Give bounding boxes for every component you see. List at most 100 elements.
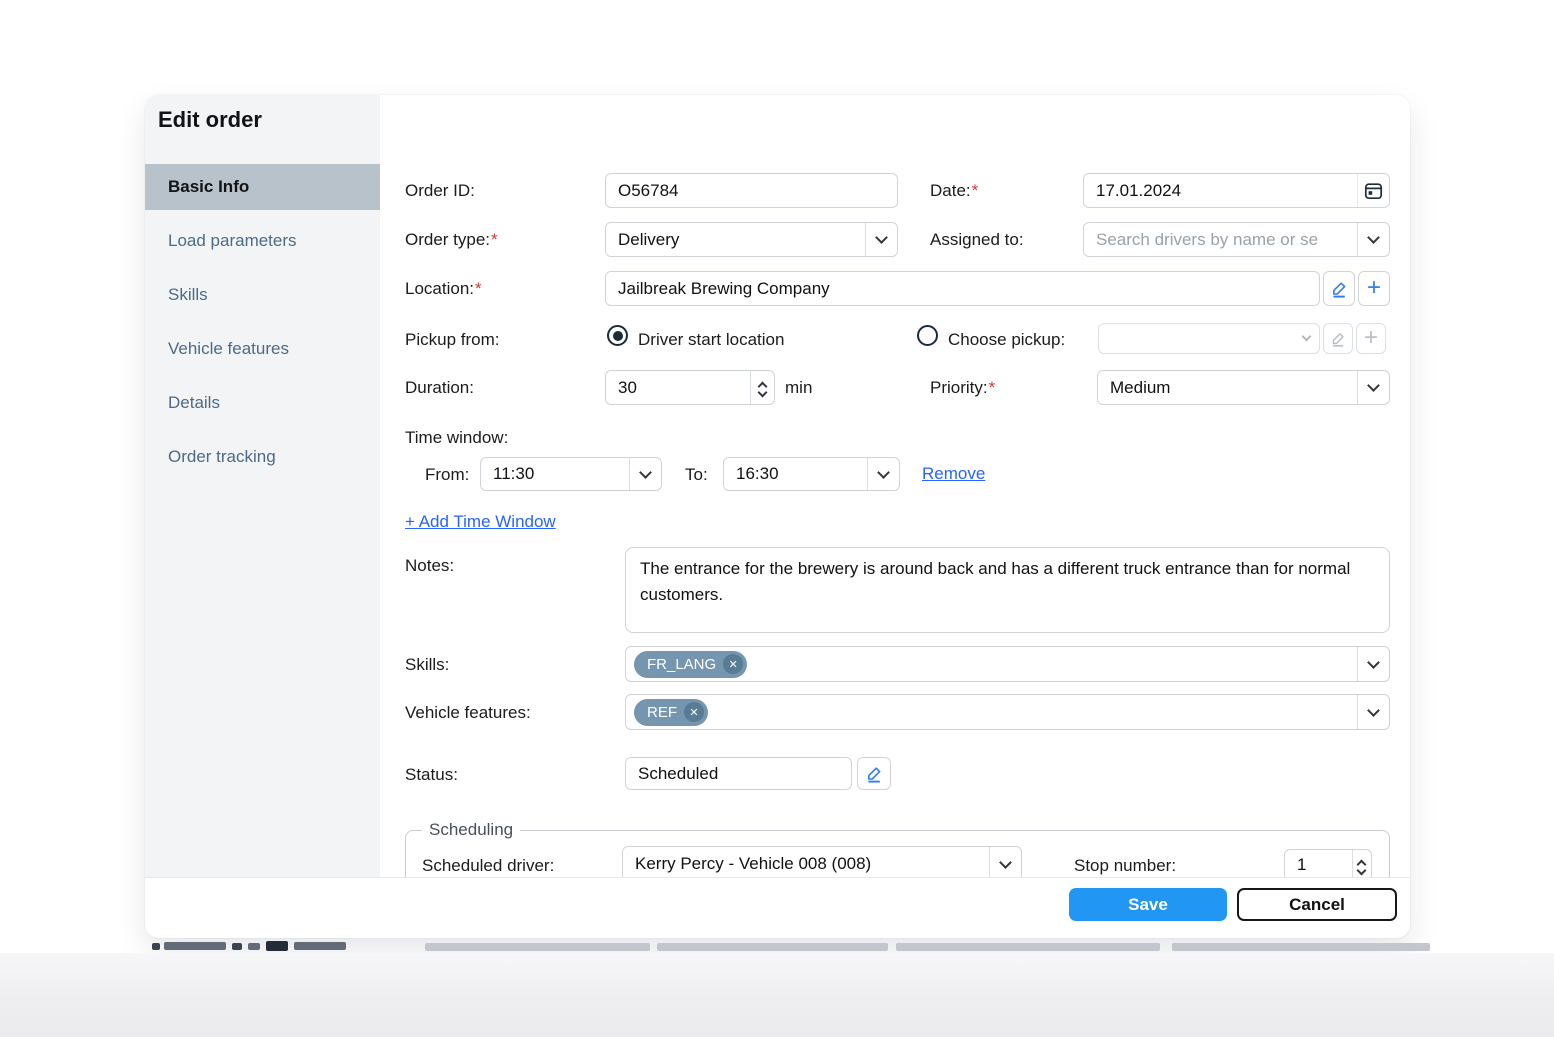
- pickup-from-label: Pickup from:: [405, 330, 499, 350]
- dialog-footer: Save Cancel: [145, 877, 1410, 938]
- scheduling-section: Scheduling Scheduled driver: Kerry Percy…: [405, 830, 1390, 877]
- chevron-down-icon: [1357, 695, 1389, 729]
- pencil-icon: [1330, 331, 1346, 347]
- time-from-value: 11:30: [481, 464, 629, 484]
- vehicle-feature-tag-label: REF: [647, 704, 677, 721]
- choose-pickup-select: [1098, 323, 1320, 354]
- status-label: Status:: [405, 765, 458, 785]
- location-edit-button[interactable]: [1323, 271, 1355, 306]
- location-add-button[interactable]: +: [1358, 271, 1390, 306]
- order-id-input[interactable]: [605, 173, 898, 208]
- required-asterisk: *: [989, 378, 996, 397]
- date-value: 17.01.2024: [1084, 181, 1357, 201]
- chevron-down-icon: [1357, 223, 1389, 256]
- calendar-icon: [1364, 181, 1383, 200]
- location-label: Location:*: [405, 279, 482, 299]
- notes-textarea[interactable]: The entrance for the brewery is around b…: [625, 547, 1390, 633]
- remove-tag-icon[interactable]: ✕: [723, 654, 743, 674]
- pencil-icon: [865, 765, 883, 783]
- vehicle-features-tags: REF ✕: [626, 699, 1357, 726]
- priority-value: Medium: [1098, 378, 1357, 398]
- date-label: Date:*: [930, 181, 978, 201]
- duration-unit: min: [785, 378, 812, 398]
- choose-pickup-label: Choose pickup:: [948, 330, 1065, 350]
- required-asterisk: *: [972, 181, 979, 200]
- chevron-down-icon: [989, 847, 1021, 877]
- pickup-add-button-disabled: +: [1356, 323, 1386, 354]
- scheduling-legend: Scheduling: [422, 820, 520, 840]
- pencil-icon: [1330, 280, 1348, 298]
- pickup-edit-button-disabled: [1323, 323, 1353, 354]
- page-title: Edit order: [158, 107, 262, 133]
- chevron-down-icon: [867, 458, 899, 490]
- calendar-button[interactable]: [1357, 174, 1389, 207]
- sidebar-item-load-parameters[interactable]: Load parameters: [145, 218, 380, 264]
- sidebar-item-basic-info[interactable]: Basic Info: [145, 164, 380, 210]
- skills-multiselect[interactable]: FR_LANG ✕: [625, 646, 1390, 682]
- stop-number-stepper[interactable]: [1284, 849, 1372, 877]
- duration-label: Duration:: [405, 378, 474, 398]
- save-button[interactable]: Save: [1069, 888, 1227, 921]
- assigned-to-select[interactable]: Search drivers by name or se: [1083, 222, 1390, 257]
- chevron-down-icon: [1357, 647, 1389, 681]
- stop-number-input[interactable]: [1285, 850, 1352, 877]
- skills-label: Skills:: [405, 655, 449, 675]
- vehicle-feature-tag: REF ✕: [634, 699, 708, 726]
- chevron-down-icon: [1357, 371, 1389, 404]
- skill-tag: FR_LANG ✕: [634, 651, 747, 678]
- vehicle-features-label: Vehicle features:: [405, 703, 531, 723]
- priority-select[interactable]: Medium: [1097, 370, 1390, 405]
- duration-spin-buttons[interactable]: [750, 371, 774, 404]
- sidebar-item-skills[interactable]: Skills: [145, 272, 380, 318]
- sidebar-nav: Basic Info Load parameters Skills Vehicl…: [145, 164, 380, 488]
- location-input[interactable]: [605, 271, 1320, 306]
- sidebar-item-vehicle-features[interactable]: Vehicle features: [145, 326, 380, 372]
- time-from-label: From:: [425, 465, 469, 485]
- radio-choose-pickup[interactable]: [917, 325, 938, 346]
- radio-driver-start-location[interactable]: [607, 325, 628, 346]
- sidebar-item-order-tracking[interactable]: Order tracking: [145, 434, 380, 480]
- time-to-label: To:: [685, 465, 708, 485]
- plus-icon: +: [1367, 276, 1381, 300]
- scheduled-driver-label: Scheduled driver:: [422, 856, 554, 876]
- sidebar-item-details[interactable]: Details: [145, 380, 380, 426]
- order-type-select[interactable]: Delivery: [605, 222, 898, 257]
- order-type-label: Order type:*: [405, 230, 498, 250]
- chevron-down-icon: [1293, 324, 1319, 353]
- status-edit-button[interactable]: [857, 757, 891, 790]
- priority-label: Priority:*: [930, 378, 995, 398]
- scheduled-driver-select[interactable]: Kerry Percy - Vehicle 008 (008): [622, 846, 1022, 877]
- sidebar: Edit order Basic Info Load parameters Sk…: [145, 95, 380, 877]
- order-type-value: Delivery: [606, 230, 865, 250]
- notes-label: Notes:: [405, 556, 454, 576]
- add-time-window-link[interactable]: + Add Time Window: [405, 512, 556, 532]
- stop-number-spin-buttons[interactable]: [1352, 850, 1371, 877]
- duration-stepper[interactable]: [605, 370, 775, 405]
- cancel-button[interactable]: Cancel: [1237, 888, 1397, 921]
- remove-time-window-link[interactable]: Remove: [922, 464, 985, 484]
- required-asterisk: *: [475, 279, 482, 298]
- order-id-label: Order ID:: [405, 181, 475, 201]
- driver-start-location-label: Driver start location: [638, 330, 784, 350]
- time-from-select[interactable]: 11:30: [480, 457, 662, 491]
- skills-tags: FR_LANG ✕: [626, 651, 1357, 678]
- time-to-select[interactable]: 16:30: [723, 457, 900, 491]
- remove-tag-icon[interactable]: ✕: [684, 702, 704, 722]
- chevron-down-icon: [629, 458, 661, 490]
- vehicle-features-multiselect[interactable]: REF ✕: [625, 694, 1390, 730]
- required-asterisk: *: [491, 230, 498, 249]
- time-window-label: Time window:: [405, 428, 508, 448]
- time-to-value: 16:30: [724, 464, 867, 484]
- scheduled-driver-value: Kerry Percy - Vehicle 008 (008): [623, 854, 989, 874]
- chevron-down-icon: [865, 223, 897, 256]
- chevron-down-icon: [758, 388, 768, 398]
- assigned-to-label: Assigned to:: [930, 230, 1024, 250]
- plus-icon: +: [1364, 326, 1378, 350]
- stop-number-label: Stop number:: [1074, 856, 1176, 876]
- edit-order-dialog: Edit order Basic Info Load parameters Sk…: [145, 95, 1410, 938]
- skill-tag-label: FR_LANG: [647, 656, 716, 673]
- date-field[interactable]: 17.01.2024: [1083, 173, 1390, 208]
- status-input: [625, 757, 852, 790]
- assigned-to-placeholder: Search drivers by name or se: [1084, 230, 1357, 250]
- duration-input[interactable]: [606, 371, 750, 404]
